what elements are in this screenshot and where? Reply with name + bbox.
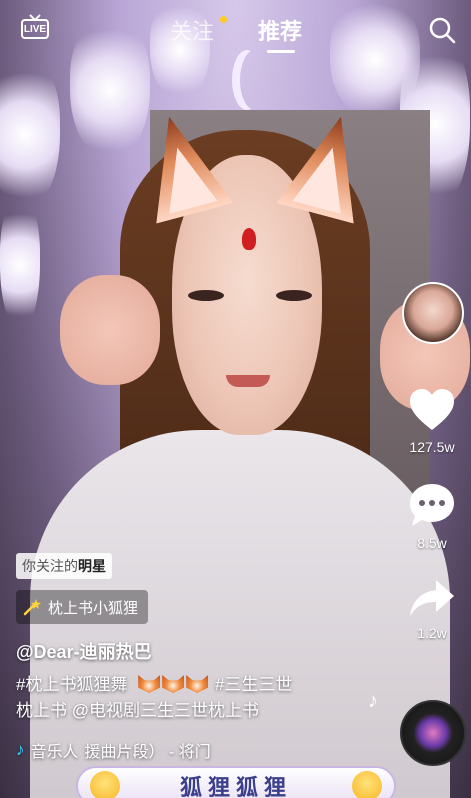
music-source: 音乐人 (30, 744, 79, 761)
share-arrow-icon (410, 580, 454, 616)
mouth (226, 375, 270, 387)
music-note-icon: ♪ (16, 740, 25, 759)
share-button[interactable]: 1.2w (402, 578, 462, 641)
effect-tag[interactable]: 枕上书小狐狸 (16, 590, 149, 624)
music-title: 援曲片段） - 将门 (84, 744, 211, 761)
live-label: LIVE (23, 24, 47, 35)
eye-left (188, 290, 224, 301)
effect-banner: 狐狸狐狸 (76, 766, 396, 798)
new-content-dot (220, 16, 227, 23)
tab-follow[interactable]: 关注 (170, 14, 214, 46)
star-tag-prefix: 你关注的 (22, 558, 78, 574)
caption-line-2: 枕上书 @电视剧三生三世枕上书 (16, 701, 259, 720)
smile-emoji-icon (90, 771, 120, 798)
magic-wand-icon (23, 599, 41, 616)
music-disc[interactable] (400, 700, 466, 766)
person-hand-left (60, 275, 160, 385)
banner-text: 狐狸狐狸 (179, 775, 292, 798)
followed-star-tag: 你关注的明星 (16, 553, 112, 579)
active-tab-indicator (267, 50, 295, 53)
caption-hashtag-2: #三生三世 (214, 675, 293, 694)
comment-button[interactable]: 8.5w (402, 482, 462, 551)
tab-recommend[interactable]: 推荐 (258, 14, 302, 46)
music-note-icon: ♪ (368, 690, 378, 712)
heart-icon (410, 389, 454, 430)
smile-emoji-icon (351, 771, 382, 798)
wisteria-decoration (0, 200, 40, 330)
comment-icon (410, 484, 454, 526)
forehead-mark (242, 228, 256, 250)
fox-emoji (162, 675, 185, 693)
top-bar: LIVE 关注 推荐 (0, 0, 471, 60)
comment-count: 8.5w (417, 535, 447, 551)
video-player[interactable]: LIVE 关注 推荐 127.5w 8.5w 1.2w ♪ 你关注的明星 枕上书… (0, 0, 471, 798)
music-info[interactable]: ♪ 音乐人 援曲片段） - 将门 (16, 738, 211, 762)
author-avatar[interactable] (402, 282, 464, 344)
fox-emoji-group (138, 675, 215, 694)
fox-emoji (186, 675, 209, 693)
live-icon[interactable]: LIVE (20, 14, 50, 40)
star-tag-bold: 明星 (78, 558, 106, 574)
author-name[interactable]: @Dear-迪丽热巴 (16, 638, 152, 664)
eye-right (276, 290, 312, 301)
search-icon[interactable] (428, 16, 456, 44)
like-button[interactable]: 127.5w (402, 388, 462, 455)
video-caption[interactable]: #枕上书狐狸舞 #三生三世 枕上书 @电视剧三生三世枕上书 (16, 672, 346, 724)
fox-emoji (138, 675, 161, 693)
caption-hashtag-1: #枕上书狐狸舞 (16, 675, 128, 694)
effect-name: 枕上书小狐狸 (48, 599, 139, 617)
like-count: 127.5w (409, 439, 455, 455)
share-count: 1.2w (417, 625, 447, 641)
